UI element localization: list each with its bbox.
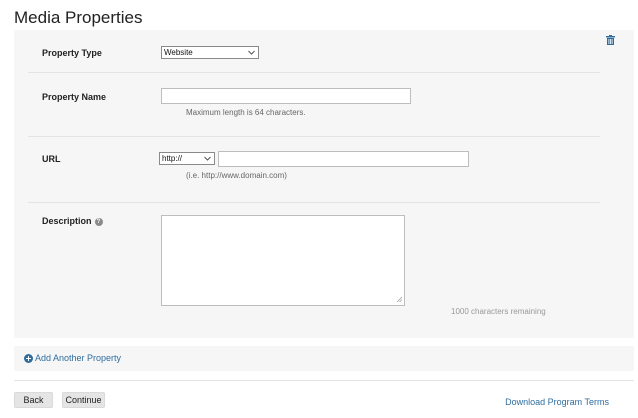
- back-button[interactable]: Back: [14, 392, 53, 408]
- property-name-label: Property Name: [42, 92, 107, 102]
- property-name-hint: Maximum length is 64 characters.: [186, 108, 306, 117]
- url-label: URL: [42, 154, 61, 164]
- add-property-label: Add Another Property: [35, 353, 122, 363]
- description-char-counter: 1000 characters remaining: [451, 307, 546, 316]
- continue-button[interactable]: Continue: [62, 392, 105, 408]
- page-title: Media Properties: [14, 8, 143, 27]
- property-type-select[interactable]: Website: [161, 46, 259, 59]
- plus-circle-icon: [24, 353, 33, 363]
- resize-grip-icon[interactable]: [396, 296, 402, 302]
- help-icon[interactable]: ?: [94, 217, 103, 226]
- description-label-text: Description: [42, 216, 92, 226]
- add-property-link[interactable]: Add Another Property: [24, 353, 121, 363]
- url-protocol-value: http://: [162, 154, 183, 163]
- property-type-value: Website: [164, 48, 193, 57]
- description-textarea[interactable]: [161, 215, 405, 306]
- divider: [28, 202, 600, 203]
- divider: [28, 72, 600, 73]
- url-protocol-select[interactable]: http://: [159, 152, 215, 165]
- chevron-down-icon: [204, 156, 211, 161]
- divider: [28, 136, 600, 137]
- footer-divider: [14, 380, 634, 381]
- property-type-label: Property Type: [42, 48, 102, 58]
- description-label: Description?: [42, 216, 103, 226]
- trash-icon[interactable]: [606, 35, 615, 45]
- url-hint: (i.e. http://www.domain.com): [186, 171, 287, 180]
- property-panel: Property Type Website Property Name Maxi…: [14, 30, 634, 338]
- add-property-row: Add Another Property: [14, 346, 634, 371]
- url-input[interactable]: [218, 151, 469, 167]
- property-name-input[interactable]: [161, 88, 411, 104]
- chevron-down-icon: [248, 50, 255, 55]
- download-terms-link[interactable]: Download Program Terms: [505, 397, 609, 407]
